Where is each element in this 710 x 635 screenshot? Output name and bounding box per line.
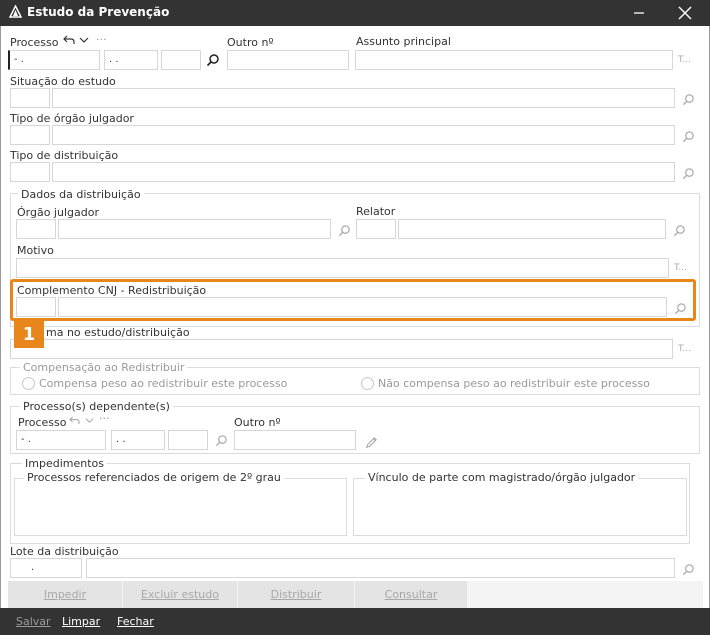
problema-expand-icon[interactable]: T...	[678, 344, 691, 354]
tipo-orgao-label: Tipo de órgão julgador	[10, 112, 134, 125]
consultar-button[interactable]: Consultar	[355, 581, 467, 608]
problema-label: ma no estudo/distribuição	[46, 326, 190, 339]
outro-numero-input[interactable]	[227, 50, 349, 70]
lote-search-icon[interactable]	[680, 561, 696, 577]
impedimentos-legend: Impedimentos	[22, 457, 107, 470]
processo-digito-input[interactable]: . .	[104, 50, 158, 70]
search-icon[interactable]	[205, 52, 221, 68]
undo-icon[interactable]	[62, 33, 76, 47]
dados-distribuicao-legend: Dados da distribuição	[18, 188, 144, 201]
outro-numero-label: Outro nº	[227, 36, 274, 49]
dep-undo-icon[interactable]	[67, 414, 81, 426]
processos-referenciados-legend: Processos referenciados de origem de 2º …	[24, 471, 284, 484]
minimize-icon	[634, 12, 644, 14]
distribuir-button[interactable]: Distribuir	[238, 581, 354, 608]
app-logo-icon	[8, 4, 23, 21]
assunto-expand-icon[interactable]: T...	[678, 55, 691, 65]
close-icon	[678, 6, 692, 20]
close-button[interactable]	[668, 0, 702, 26]
nao-compensa-radio[interactable]	[361, 377, 374, 390]
impedir-button[interactable]: Impedir	[8, 581, 122, 608]
dep-processo-digito-input[interactable]: . .	[111, 430, 165, 450]
problema-input[interactable]	[10, 339, 673, 359]
lote-code-input[interactable]: .	[10, 558, 82, 578]
orgao-julgador-code-input[interactable]	[16, 219, 56, 239]
dep-outro-numero-label: Outro nº	[234, 416, 281, 429]
dep-processo-origem-input[interactable]	[168, 430, 208, 450]
tipo-distribuicao-search-icon[interactable]	[680, 165, 696, 181]
relator-code-input[interactable]	[356, 219, 396, 239]
motivo-label: Motivo	[17, 244, 54, 257]
excluir-estudo-button[interactable]: Excluir estudo	[123, 581, 237, 608]
dep-outro-numero-input[interactable]	[234, 430, 356, 450]
highlight-frame	[10, 279, 696, 321]
situacao-label: Situação do estudo	[10, 75, 116, 88]
dep-chevron-down-icon[interactable]	[83, 414, 95, 426]
situacao-desc-input[interactable]	[52, 88, 675, 108]
orgao-julgador-desc-input[interactable]	[58, 219, 331, 239]
footer-bar	[0, 608, 710, 635]
pencil-icon[interactable]	[362, 433, 380, 451]
assunto-principal-label: Assunto principal	[356, 35, 451, 48]
motivo-expand-icon[interactable]: T...	[674, 263, 687, 273]
lote-desc-input[interactable]	[86, 558, 675, 578]
nao-compensa-radio-label: Não compensa peso ao redistribuir este p…	[378, 377, 650, 390]
situacao-code-input[interactable]	[10, 88, 50, 108]
compensa-radio-label: Compensa peso ao redistribuir este proce…	[39, 377, 288, 390]
motivo-input[interactable]	[16, 258, 669, 278]
processo-label: Processo	[10, 36, 59, 49]
orgao-julgador-label: Órgão julgador	[17, 206, 99, 219]
lote-label: Lote da distribuição	[10, 545, 119, 558]
compensacao-legend: Compensação ao Redistribuir	[20, 361, 188, 374]
dep-more-options-icon[interactable]: ···	[99, 412, 110, 425]
title-bar: Estudo da Prevenção	[0, 0, 710, 26]
tipo-distribuicao-label: Tipo de distribuição	[10, 149, 119, 162]
tipo-distribuicao-desc-input[interactable]	[52, 162, 675, 182]
orgao-julgador-search-icon[interactable]	[336, 222, 352, 238]
dep-processo-label: Processo	[18, 416, 67, 429]
limpar-button[interactable]: Limpar	[62, 615, 100, 628]
assunto-principal-input[interactable]	[355, 50, 673, 70]
tipo-orgao-code-input[interactable]	[10, 125, 50, 145]
more-options-icon[interactable]: ···	[96, 33, 107, 46]
relator-search-icon[interactable]	[671, 222, 687, 238]
tipo-orgao-desc-input[interactable]	[52, 125, 675, 145]
fechar-button[interactable]: Fechar	[117, 615, 154, 628]
dependentes-legend: Processo(s) dependente(s)	[20, 400, 173, 413]
tipo-orgao-search-icon[interactable]	[680, 128, 696, 144]
processo-origem-input[interactable]	[161, 50, 201, 70]
situacao-search-icon[interactable]	[680, 91, 696, 107]
tipo-distribuicao-code-input[interactable]	[10, 162, 50, 182]
relator-label: Relator	[356, 205, 396, 218]
compensa-radio[interactable]	[22, 377, 35, 390]
processo-numero-input[interactable]: - .	[8, 50, 100, 70]
relator-desc-input[interactable]	[398, 219, 666, 239]
processos-referenciados-panel	[14, 478, 347, 536]
salvar-button[interactable]: Salvar	[16, 615, 51, 628]
vinculo-parte-legend: Vínculo de parte com magistrado/órgão ju…	[365, 471, 639, 484]
vinculo-parte-panel	[353, 478, 687, 536]
chevron-down-icon[interactable]	[78, 33, 90, 47]
dep-processo-numero-input[interactable]: - .	[16, 430, 106, 450]
annotation-badge: 1	[14, 320, 44, 348]
window-title: Estudo da Prevenção	[27, 5, 170, 19]
minimize-button[interactable]	[622, 0, 656, 26]
dep-search-icon[interactable]	[213, 432, 229, 448]
